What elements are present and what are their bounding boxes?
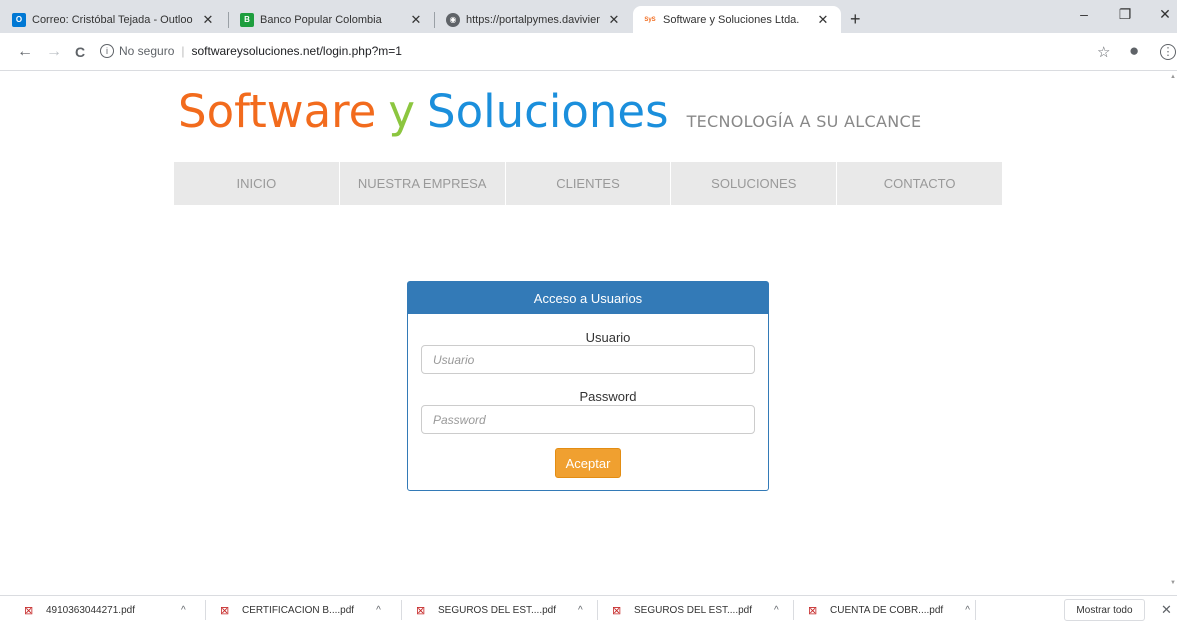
tab-banco-popular[interactable]: B Banco Popular Colombia ✕ <box>230 6 434 33</box>
user-label-text: Usuario <box>585 330 631 345</box>
chevron-up-icon[interactable]: ^ <box>578 605 583 616</box>
password-input[interactable]: Password <box>421 405 755 434</box>
password-label-text: Password <box>579 389 637 404</box>
download-item[interactable]: ⊠ 4910363044271.pdf ^ <box>24 596 186 624</box>
sys-icon: SyS <box>643 12 657 27</box>
tab-title: https://portalpymes.davivienda.c <box>466 13 600 26</box>
pdf-icon: ⊠ <box>808 604 818 617</box>
chevron-up-icon[interactable]: ^ <box>965 605 970 616</box>
pdf-icon: ⊠ <box>24 604 34 617</box>
minimize-button[interactable]: – <box>1069 6 1099 22</box>
logo-tagline: TECNOLOGÍA A SU ALCANCE <box>686 112 922 131</box>
forward-button[interactable]: → <box>46 43 62 61</box>
nav-item-soluciones[interactable]: SOLUCIONES <box>671 162 837 205</box>
url-text[interactable]: softwareysoluciones.net/login.php?m=1 <box>192 44 402 58</box>
nav-item-inicio[interactable]: INICIO <box>174 162 339 205</box>
pdf-icon: ⊠ <box>416 604 426 617</box>
logo-word-software: Software <box>178 85 377 138</box>
site-logo[interactable]: Software y Soluciones TECNOLOGÍA A SU AL… <box>178 85 921 145</box>
tab-title: Correo: Cristóbal Tejada - Outloo <box>32 13 193 26</box>
security-status: No seguro <box>119 44 175 58</box>
profile-icon[interactable]: ● <box>1129 41 1139 61</box>
browser-tab-strip: O Correo: Cristóbal Tejada - Outloo ✕ B … <box>0 0 1177 33</box>
download-filename: SEGUROS DEL EST....pdf <box>438 604 557 616</box>
logo-word-y: y <box>388 85 416 138</box>
browser-toolbar: ← → C i No seguro | softwareysoluciones.… <box>0 33 1177 71</box>
bookmark-star-icon[interactable]: ☆ <box>1097 43 1110 61</box>
tab-close-icon[interactable]: ✕ <box>200 12 216 28</box>
chevron-up-icon[interactable]: ^ <box>181 605 186 616</box>
site-nav-menu: INICIO NUESTRA EMPRESA CLIENTES SOLUCION… <box>174 162 1002 205</box>
chevron-up-icon[interactable]: ^ <box>774 605 779 616</box>
new-tab-button[interactable]: + <box>850 9 861 30</box>
chevron-up-icon[interactable]: ^ <box>376 605 381 616</box>
tab-close-icon[interactable]: ✕ <box>408 12 424 28</box>
browser-menu-icon[interactable]: ⋮ <box>1160 44 1176 60</box>
download-item[interactable]: ⊠ SEGUROS DEL EST....pdf ^ <box>612 596 779 624</box>
scroll-up-arrow[interactable]: ▲ <box>1170 74 1176 80</box>
tab-title: Banco Popular Colombia <box>260 13 382 26</box>
address-bar[interactable]: i No seguro | softwareysoluciones.net/lo… <box>100 38 402 64</box>
tab-separator <box>434 12 435 28</box>
nav-item-nuestra-empresa[interactable]: NUESTRA EMPRESA <box>339 162 505 205</box>
nav-item-clientes[interactable]: CLIENTES <box>505 162 671 205</box>
download-filename: SEGUROS DEL EST....pdf <box>634 604 753 616</box>
logo-word-soluciones: Soluciones <box>427 85 669 138</box>
show-all-downloads-button[interactable]: Mostrar todo <box>1064 599 1145 621</box>
download-item[interactable]: ⊠ CERTIFICACION B....pdf ^ <box>220 596 381 624</box>
username-input[interactable]: Usuario <box>421 345 755 374</box>
download-filename: CERTIFICACION B....pdf <box>242 604 355 616</box>
tab-outlook[interactable]: O Correo: Cristóbal Tejada - Outloo ✕ <box>2 6 226 33</box>
nav-item-contacto[interactable]: CONTACTO <box>837 162 1002 205</box>
login-panel-heading: Acceso a Usuarios <box>408 282 768 314</box>
downloads-close-icon[interactable]: ✕ <box>1161 602 1172 618</box>
download-separator <box>597 600 598 620</box>
tab-separator <box>228 12 229 28</box>
download-separator <box>975 600 976 620</box>
password-label: Password <box>408 389 768 404</box>
accept-button[interactable]: Aceptar <box>555 448 621 478</box>
pdf-icon: ⊠ <box>612 604 622 617</box>
login-panel: Acceso a Usuarios Usuario Usuario Passwo… <box>407 281 769 491</box>
downloads-bar: ⊠ 4910363044271.pdf ^ ⊠ CERTIFICACION B.… <box>0 595 1177 623</box>
tab-software-soluciones[interactable]: SyS Software y Soluciones Ltda. ✕ <box>633 6 841 33</box>
download-item[interactable]: ⊠ CUENTA DE COBR....pdf ^ <box>808 596 970 624</box>
reload-button[interactable]: C <box>75 44 85 60</box>
download-separator <box>793 600 794 620</box>
address-divider: | <box>181 44 185 58</box>
user-label: Usuario <box>408 330 768 345</box>
download-item[interactable]: ⊠ SEGUROS DEL EST....pdf ^ <box>416 596 583 624</box>
tab-close-icon[interactable]: ✕ <box>815 12 831 28</box>
download-separator <box>205 600 206 620</box>
window-close-button[interactable]: ✕ <box>1150 6 1177 23</box>
download-filename: 4910363044271.pdf <box>46 604 135 616</box>
globe-icon: ◉ <box>446 12 460 27</box>
maximize-button[interactable]: ❐ <box>1110 6 1140 23</box>
scroll-down-arrow[interactable]: ▼ <box>1170 580 1176 586</box>
tab-title: Software y Soluciones Ltda. <box>663 13 800 26</box>
tab-close-icon[interactable]: ✕ <box>606 12 622 28</box>
banco-popular-icon: B <box>240 12 254 27</box>
back-button[interactable]: ← <box>17 43 33 61</box>
download-separator <box>401 600 402 620</box>
pdf-icon: ⊠ <box>220 604 230 617</box>
download-filename: CUENTA DE COBR....pdf <box>830 604 944 616</box>
outlook-icon: O <box>12 12 26 27</box>
info-icon[interactable]: i <box>100 44 114 58</box>
scrollbar[interactable] <box>1169 71 1177 595</box>
tab-davivienda[interactable]: ◉ https://portalpymes.davivienda.c ✕ <box>436 6 632 33</box>
